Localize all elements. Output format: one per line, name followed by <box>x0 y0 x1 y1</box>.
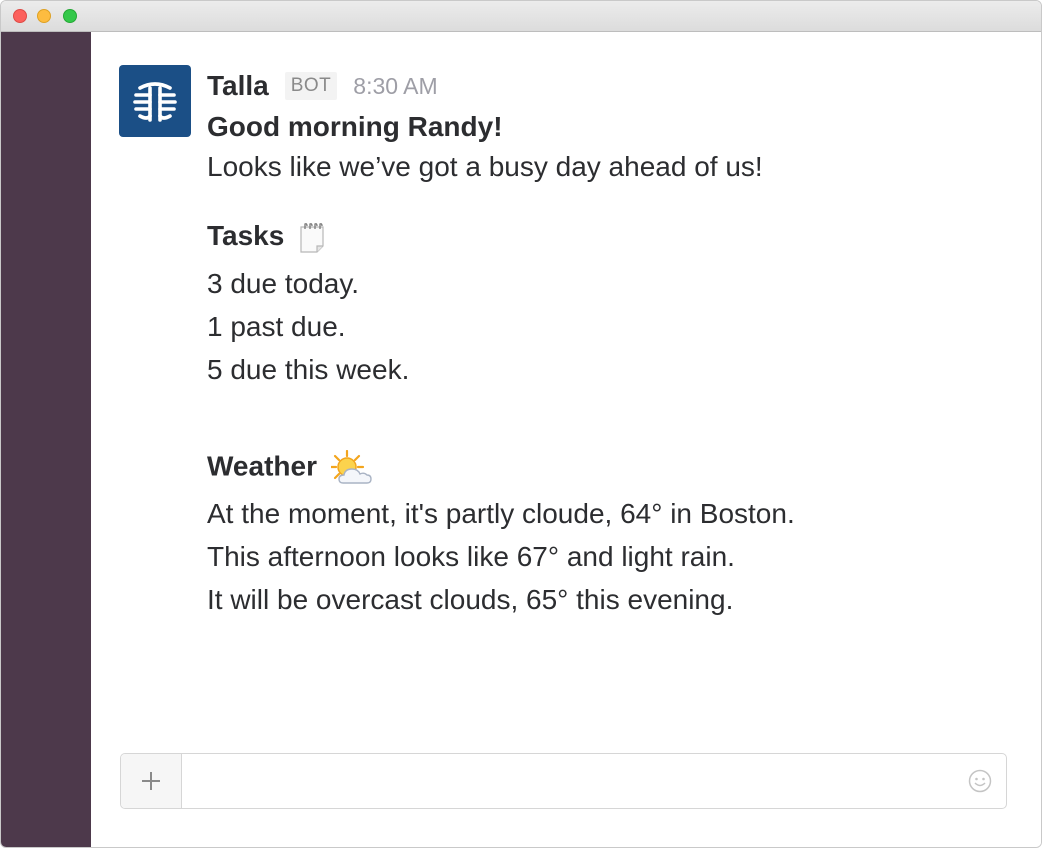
sun-behind-cloud-icon <box>330 450 372 484</box>
close-window-button[interactable] <box>13 9 27 23</box>
zoom-window-button[interactable] <box>63 9 77 23</box>
weather-line: It will be overcast clouds, 65° this eve… <box>207 584 734 615</box>
weather-heading: Weather <box>207 450 373 486</box>
tasks-heading-label: Tasks <box>207 220 285 251</box>
weather-heading-label: Weather <box>207 450 317 482</box>
talla-logo-icon <box>133 82 177 122</box>
message-timestamp[interactable]: 8:30 AM <box>353 73 437 100</box>
message-composer <box>120 753 1007 810</box>
greeting-text: Good morning Randy! <box>207 111 503 142</box>
message-header: Talla BOT 8:30 AM <box>207 70 438 102</box>
weather-line: At the moment, it's partly cloude, 64° i… <box>207 498 795 529</box>
task-line: 3 due today. <box>207 268 360 299</box>
plus-icon <box>142 772 160 790</box>
minimize-window-button[interactable] <box>37 9 51 23</box>
task-line: 5 due this week. <box>207 354 410 385</box>
add-attachment-button[interactable] <box>121 754 182 808</box>
smiley-icon[interactable] <box>968 769 992 793</box>
app-window: Talla BOT 8:30 AM Good morning Randy! Lo… <box>0 0 1042 848</box>
avatar[interactable] <box>119 65 191 137</box>
weather-line: This afternoon looks like 67° and light … <box>207 541 735 572</box>
message-input[interactable] <box>183 754 957 810</box>
sender-name[interactable]: Talla <box>207 70 269 102</box>
title-bar <box>1 1 1041 32</box>
intro-text: Looks like we’ve got a busy day ahead of… <box>207 151 763 182</box>
sidebar <box>1 32 91 847</box>
tasks-heading: Tasks <box>207 220 326 254</box>
task-line: 1 past due. <box>207 311 346 342</box>
notepad-icon <box>300 222 324 253</box>
message-pane: Talla BOT 8:30 AM Good morning Randy! Lo… <box>91 32 1041 847</box>
bot-badge: BOT <box>284 72 338 100</box>
